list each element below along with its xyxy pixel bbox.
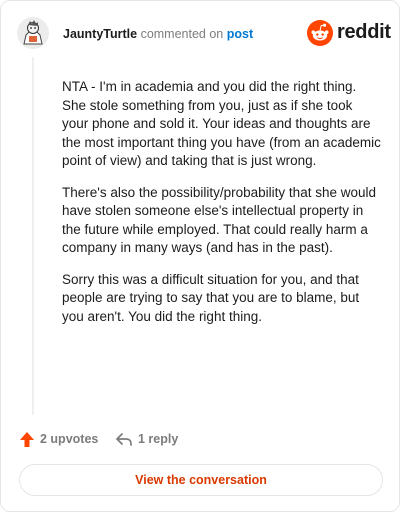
- avatar-image: [17, 17, 49, 49]
- comment-paragraph: NTA - I'm in academia and you did the ri…: [62, 79, 381, 168]
- reply-button[interactable]: 1 reply: [115, 429, 178, 449]
- comment-body: NTA - I'm in academia and you did the ri…: [62, 78, 382, 339]
- reply-arrow-icon: [116, 433, 132, 446]
- comment-actions: 2 upvotes 1 reply: [19, 429, 383, 449]
- reply-count: 1 reply: [138, 432, 179, 446]
- thread-line: [32, 57, 34, 415]
- view-conversation-button[interactable]: View the conversation: [19, 464, 383, 496]
- post-link[interactable]: post: [227, 27, 253, 41]
- reddit-wordmark: reddit: [337, 21, 391, 43]
- upvote-count: 2 upvotes: [40, 432, 99, 446]
- commented-on-text: commented on: [137, 27, 227, 41]
- comment-card: JauntyTurtle commented on post reddit NT…: [0, 0, 400, 512]
- comment-meta: JauntyTurtle commented on post: [63, 27, 253, 41]
- username[interactable]: JauntyTurtle: [63, 27, 137, 41]
- reddit-logo-icon: [307, 20, 333, 46]
- upvote-button[interactable]: 2 upvotes: [19, 429, 98, 449]
- comment-paragraph: Sorry this was a difficult situation for…: [62, 271, 360, 324]
- reddit-brand[interactable]: reddit: [307, 19, 391, 47]
- comment-paragraph: There's also the possibility/probability…: [62, 184, 376, 256]
- comment-header: JauntyTurtle commented on post reddit: [17, 17, 391, 51]
- user-avatar[interactable]: [17, 17, 49, 49]
- upvote-arrow-icon: [20, 431, 34, 447]
